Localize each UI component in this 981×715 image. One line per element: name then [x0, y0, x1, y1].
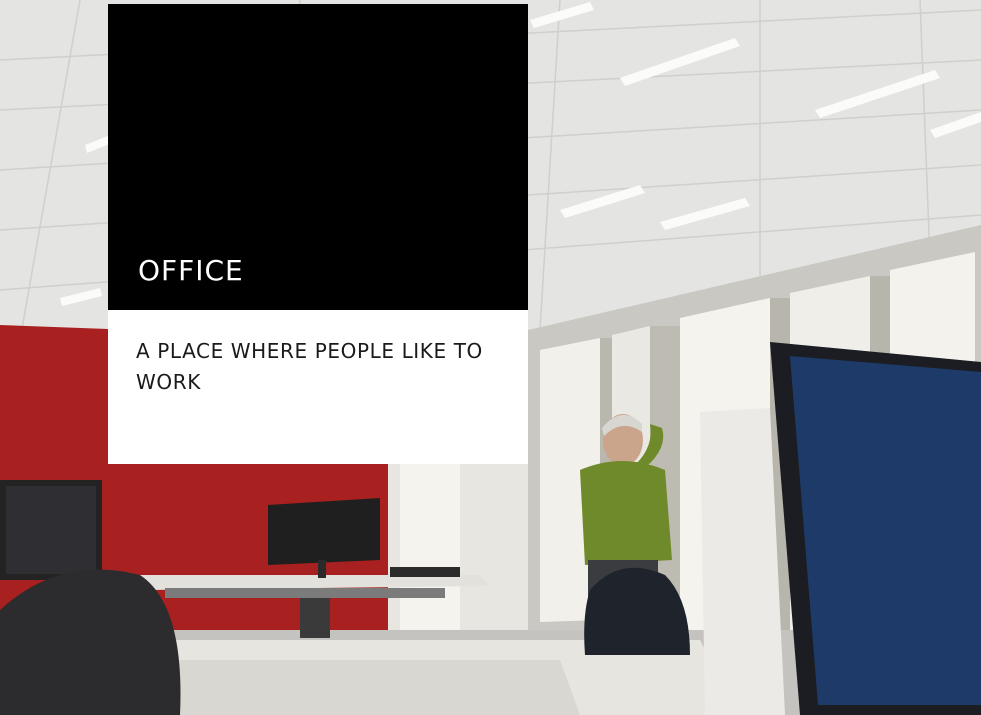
office-photo: OFFICE A PLACE WHERE PEOPLE LIKE TO WORK — [0, 0, 981, 715]
title-panel: OFFICE — [108, 4, 528, 310]
page-title: OFFICE — [138, 254, 244, 287]
page-subtitle: A PLACE WHERE PEOPLE LIKE TO WORK — [136, 339, 483, 394]
subtitle-panel: A PLACE WHERE PEOPLE LIKE TO WORK — [108, 310, 528, 464]
center-monitor — [268, 498, 380, 565]
office-chair-left — [0, 569, 181, 715]
